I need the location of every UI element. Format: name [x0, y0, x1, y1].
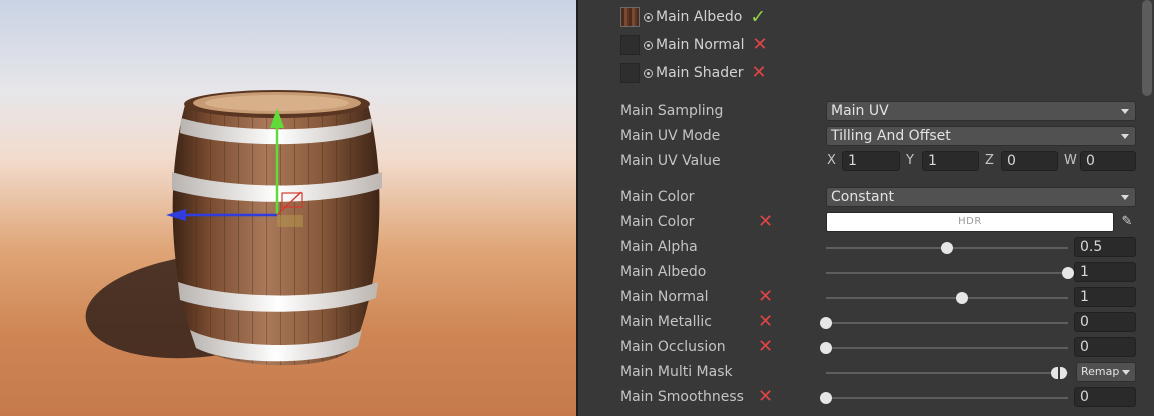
x-icon: ✕ — [758, 311, 774, 332]
main-multi-mask-slider-track[interactable] — [826, 367, 1068, 379]
main-color-swatch[interactable]: HDR — [826, 212, 1114, 232]
main-smoothness-label: Main Smoothness — [620, 389, 744, 405]
uv-x-field[interactable]: 1 — [842, 151, 900, 171]
texture-slot-label: Main Albedo — [656, 9, 743, 25]
main-color-mode-label: Main Color — [620, 189, 695, 205]
main-metallic-slider-track[interactable] — [820, 317, 1068, 329]
main-metallic-field[interactable]: 0 — [1074, 312, 1136, 332]
chevron-down-icon — [1121, 134, 1129, 139]
eyedropper-icon[interactable]: ✎ — [1118, 212, 1136, 232]
min-max-knob[interactable] — [1050, 367, 1067, 379]
main-uv-value-label: Main UV Value — [620, 153, 721, 169]
scrollbar[interactable] — [1142, 0, 1152, 96]
main-occlusion-slider-track[interactable] — [820, 342, 1068, 354]
main-normal-label: Main Normal — [620, 289, 709, 305]
main-alpha-slider-track[interactable] — [826, 242, 1068, 254]
x-icon: ✕ — [758, 386, 774, 407]
chevron-down-icon — [1121, 109, 1129, 114]
main-alpha-field[interactable]: 0.5 — [1074, 237, 1136, 257]
main-metallic-label: Main Metallic — [620, 314, 712, 330]
texture-slot-main-normal[interactable]: Main Normal ✕ — [620, 33, 768, 57]
normal-texture-thumbnail[interactable] — [620, 35, 640, 55]
main-normal-field[interactable]: 1 — [1074, 287, 1136, 307]
main-albedo-field[interactable]: 1 — [1074, 262, 1136, 282]
texture-slot-label: Main Normal — [656, 37, 745, 53]
dropdown-value: Tilling And Offset — [831, 128, 951, 144]
texture-slot-main-albedo[interactable]: Main Albedo ✓ — [620, 5, 766, 29]
uv-w-field[interactable]: 0 — [1080, 151, 1136, 171]
chevron-down-icon — [1122, 370, 1130, 375]
dropdown-value: Remap — [1081, 365, 1120, 378]
main-albedo-slider-track[interactable] — [826, 267, 1074, 279]
x-icon: ✕ — [751, 62, 767, 83]
x-icon: ✕ — [758, 211, 774, 232]
dropdown-value: Main UV — [831, 103, 889, 119]
main-uv-mode-label: Main UV Mode — [620, 128, 721, 144]
main-uv-mode-dropdown[interactable]: Tilling And Offset — [826, 126, 1136, 146]
gizmo-plane-handle-xz[interactable] — [277, 215, 303, 227]
main-multi-mask-label: Main Multi Mask — [620, 364, 733, 380]
shader-texture-thumbnail[interactable] — [620, 63, 640, 83]
slider-knob[interactable] — [820, 392, 832, 404]
texture-slot-main-shader[interactable]: Main Shader ✕ — [620, 61, 767, 85]
remap-dropdown[interactable]: Remap — [1076, 362, 1136, 382]
slider-knob[interactable] — [820, 317, 832, 329]
main-occlusion-field[interactable]: 0 — [1074, 337, 1136, 357]
uv-z-field[interactable]: 0 — [1001, 151, 1058, 171]
slider-knob[interactable] — [820, 342, 832, 354]
slider-knob[interactable] — [955, 292, 968, 304]
main-sampling-dropdown[interactable]: Main UV — [826, 101, 1136, 121]
albedo-texture-thumbnail[interactable] — [620, 7, 640, 27]
uv-w-label: W — [1064, 153, 1077, 168]
object-picker-icon[interactable] — [644, 40, 653, 50]
dropdown-value: Constant — [831, 189, 894, 205]
scene-viewport[interactable] — [0, 0, 576, 416]
object-picker-icon[interactable] — [644, 12, 653, 22]
object-picker-icon[interactable] — [644, 68, 653, 78]
main-normal-slider-track[interactable] — [826, 292, 1068, 304]
uv-y-label: Y — [906, 153, 914, 168]
main-smoothness-field[interactable]: 0 — [1074, 387, 1136, 407]
x-icon: ✕ — [752, 34, 768, 55]
main-alpha-label: Main Alpha — [620, 239, 698, 255]
x-icon: ✕ — [758, 336, 774, 357]
main-smoothness-slider-track[interactable] — [820, 392, 1068, 404]
check-icon: ✓ — [750, 5, 767, 28]
main-albedo-label: Main Albedo — [620, 264, 707, 280]
x-icon: ✕ — [758, 286, 774, 307]
scene-render — [85, 90, 382, 366]
material-inspector: Main Albedo ✓ Main Normal ✕ Main Shader … — [578, 0, 1154, 416]
texture-slot-label: Main Shader — [656, 65, 744, 81]
uv-y-field[interactable]: 1 — [922, 151, 979, 171]
chevron-down-icon — [1121, 195, 1129, 200]
main-color-label: Main Color — [620, 214, 695, 230]
main-occlusion-label: Main Occlusion — [620, 339, 726, 355]
uv-x-label: X — [827, 153, 836, 168]
main-color-mode-dropdown[interactable]: Constant — [826, 187, 1136, 207]
slider-knob[interactable] — [1062, 267, 1074, 279]
uv-z-label: Z — [985, 153, 994, 168]
slider-knob[interactable] — [941, 242, 953, 254]
main-sampling-label: Main Sampling — [620, 103, 724, 119]
